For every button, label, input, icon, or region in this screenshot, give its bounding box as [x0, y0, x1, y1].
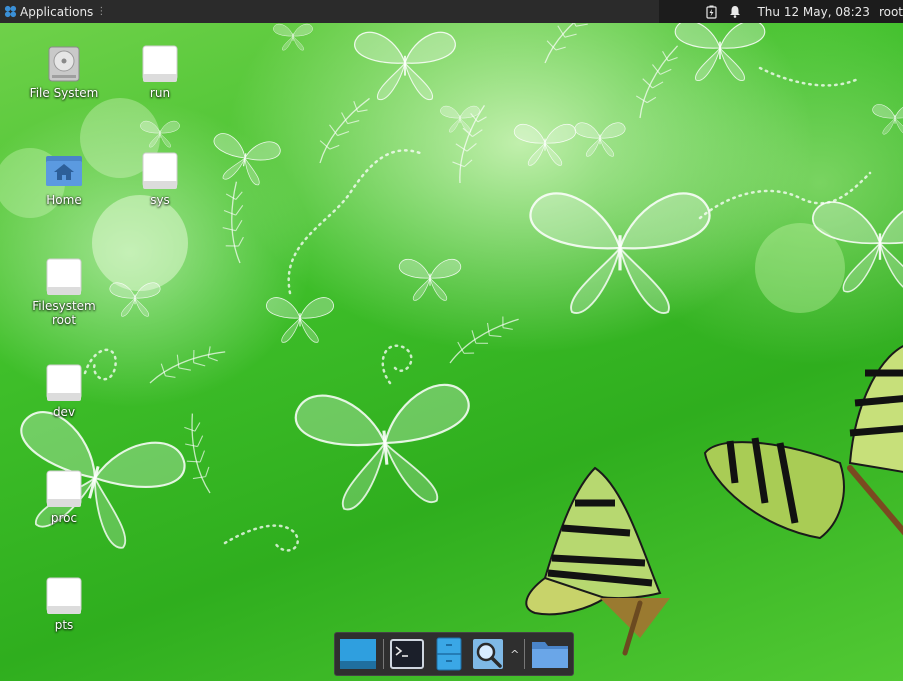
drive-icon: [46, 577, 82, 614]
drive-icon: [46, 470, 82, 507]
applications-menu-label[interactable]: Applications: [20, 5, 93, 19]
drive-icon: [46, 258, 82, 295]
dock-separator: [383, 639, 384, 669]
search-icon: [473, 639, 504, 669]
desktop-icon-label: Filesystem root: [32, 299, 96, 327]
desktop-icon-dev[interactable]: dev: [27, 363, 101, 419]
dock-folder[interactable]: [531, 636, 569, 672]
applications-menu[interactable]: Applications ⋮: [0, 0, 110, 23]
user-menu[interactable]: root: [879, 5, 903, 19]
desktop-icon-label: sys: [150, 193, 170, 207]
drive-icon: [142, 152, 178, 189]
desktop-icon-sys[interactable]: sys: [123, 151, 197, 207]
desktop-icon-pts[interactable]: pts: [27, 576, 101, 632]
desktop-icon-label: pts: [54, 618, 74, 632]
dock-terminal[interactable]: [390, 636, 425, 672]
drive-icon: [46, 364, 82, 401]
dock-search[interactable]: [472, 636, 504, 672]
desktop-icon-label: proc: [50, 511, 78, 525]
home-folder-icon: [46, 156, 82, 186]
show-desktop-icon: [340, 639, 376, 669]
top-panel: Applications ⋮ Thu 12 May, 08:23 root: [0, 0, 903, 23]
notification-bell-icon[interactable]: [728, 5, 742, 19]
file-manager-icon: [436, 637, 462, 671]
desktop-icon-label: File System: [29, 86, 99, 100]
desktop-icon-label: dev: [52, 405, 76, 419]
desktop-wallpaper: [0, 23, 903, 681]
system-tray: Thu 12 May, 08:23 root: [659, 0, 903, 23]
applications-logo-icon: [4, 5, 17, 18]
desktop-icon-proc[interactable]: proc: [27, 469, 101, 525]
desktop-icon-label: Home: [46, 193, 82, 207]
drive-icon: [142, 45, 178, 82]
desktop-icon-run[interactable]: run: [123, 44, 197, 100]
terminal-icon: [390, 639, 425, 669]
battery-charging-icon[interactable]: [704, 5, 718, 19]
panel-clock[interactable]: Thu 12 May, 08:23: [757, 5, 869, 19]
hard-drive-icon: [48, 46, 80, 82]
desktop-icon-file-system[interactable]: File System: [27, 44, 101, 100]
panel-grip-icon: ⋮: [96, 6, 107, 17]
desktop-icon-home[interactable]: Home: [27, 151, 101, 207]
dock-separator: [524, 639, 525, 669]
desktop-icon-filesystem-root[interactable]: Filesystem root: [27, 257, 101, 327]
wallpaper-art: [0, 23, 903, 656]
desktop-icon-label: run: [149, 86, 171, 100]
dock-file-manager[interactable]: [431, 636, 466, 672]
dock: ^: [334, 632, 574, 676]
dock-expand-caret[interactable]: ^: [510, 648, 519, 661]
dock-show-desktop[interactable]: [339, 636, 377, 672]
folder-icon: [532, 642, 568, 668]
